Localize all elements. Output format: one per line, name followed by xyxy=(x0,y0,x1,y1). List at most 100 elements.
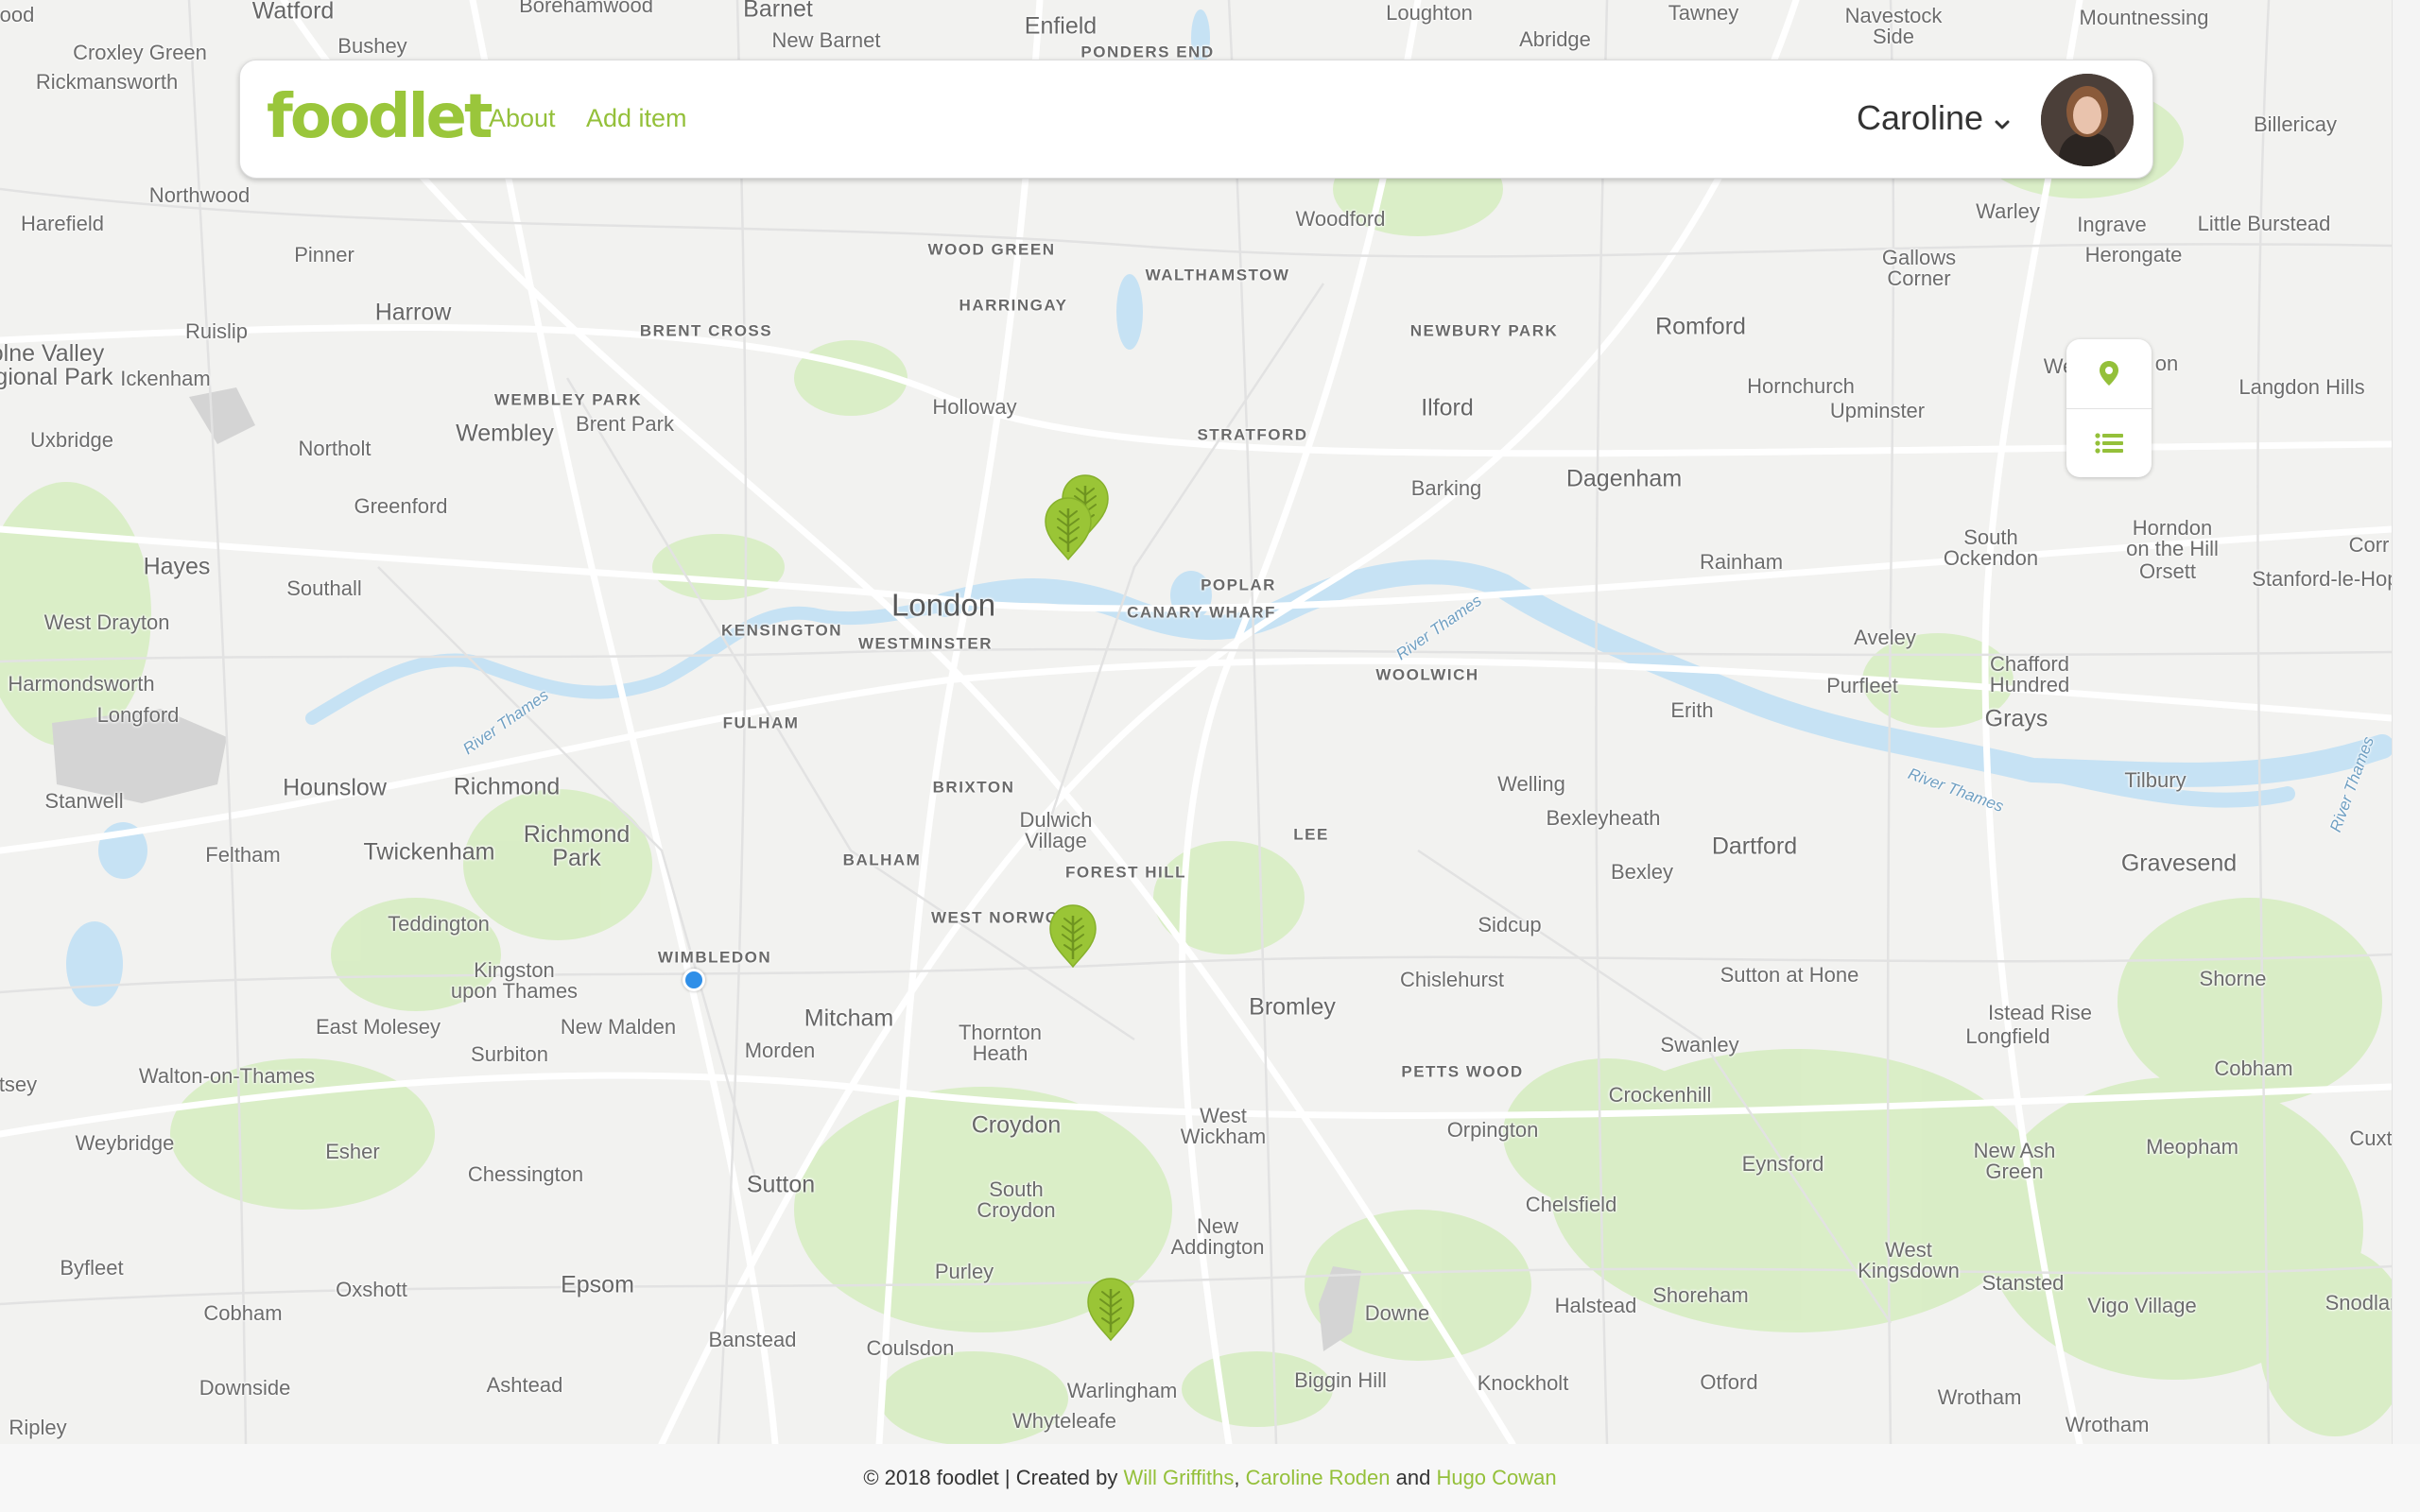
user-avatar[interactable] xyxy=(2041,74,2134,166)
place-label: ood xyxy=(0,3,35,26)
place-label: Erith xyxy=(1670,698,1714,722)
footer: © 2018 foodlet | Created by Will Griffit… xyxy=(0,1444,2420,1512)
place-label: Surbiton xyxy=(471,1042,548,1066)
place-label: Dagenham xyxy=(1565,465,1683,492)
place-label: Vigo Village xyxy=(2087,1294,2197,1317)
place-label: Northwood xyxy=(148,183,251,207)
place-label: Watford xyxy=(251,0,335,25)
place-label: Borehamwood xyxy=(519,0,653,17)
place-label: Gravesend xyxy=(2120,850,2238,877)
food-item-marker[interactable] xyxy=(1042,495,1095,561)
place-label: Shoreham xyxy=(1652,1283,1749,1307)
place-label: Ruislip xyxy=(184,319,249,343)
place-label: Downe xyxy=(1364,1301,1430,1325)
place-label: New Malden xyxy=(560,1015,677,1039)
place-label: Southall xyxy=(286,576,362,600)
place-label: Harrow xyxy=(374,299,452,326)
map-controls xyxy=(2066,339,2152,477)
place-label: BRIXTON xyxy=(932,778,1015,797)
place-label: Warley xyxy=(1976,199,2040,223)
place-label: South Croydon xyxy=(977,1177,1056,1222)
place-label: Meopham xyxy=(2146,1135,2238,1159)
place-label: BRENT CROSS xyxy=(639,321,773,340)
place-label: POPLAR xyxy=(1201,576,1276,594)
place-label: Langdon Hills xyxy=(2238,375,2365,399)
place-label: Swanley xyxy=(1660,1033,1739,1057)
place-label: Downside xyxy=(199,1376,291,1400)
user-name[interactable]: Caroline xyxy=(1857,98,1983,138)
place-label: Byfleet xyxy=(60,1256,124,1280)
place-label: Grays xyxy=(1984,705,2048,732)
place-label: Oxshott xyxy=(336,1278,407,1301)
place-label: Halstead xyxy=(1554,1294,1637,1317)
locate-button[interactable] xyxy=(2066,339,2152,407)
place-label: KENSINGTON xyxy=(720,621,843,640)
place-label: Enfield xyxy=(1024,12,1098,40)
food-item-marker[interactable] xyxy=(1084,1276,1137,1342)
place-label: WALTHAMSTOW xyxy=(1145,266,1290,284)
place-label: Teddington xyxy=(388,912,490,936)
place-label: Longfield xyxy=(1965,1024,2050,1048)
place-label: Tilbury xyxy=(2124,768,2187,792)
place-label: Banstead xyxy=(708,1328,797,1351)
list-icon xyxy=(2095,433,2123,454)
footer-separator: , xyxy=(1234,1466,1246,1489)
place-label: LEE xyxy=(1293,825,1329,844)
place-label: West Wickham xyxy=(1180,1104,1267,1148)
place-label: Harmondsworth xyxy=(8,672,155,696)
place-label: Shorne xyxy=(2199,967,2267,990)
place-label: Stanford-le-Hope xyxy=(2252,567,2392,591)
place-label: Warlingham xyxy=(1066,1379,1178,1402)
place-label: Barking xyxy=(1410,476,1482,500)
place-label: Welling xyxy=(1497,772,1565,796)
place-label: tsey xyxy=(0,1073,38,1096)
scrollbar[interactable] xyxy=(2392,0,2420,1444)
place-label: Chislehurst xyxy=(1399,968,1505,991)
foodlet-logo[interactable]: foodlet xyxy=(267,83,493,151)
place-label: Romford xyxy=(1655,313,1746,340)
place-label: Snodlan xyxy=(2325,1291,2392,1314)
place-label: Wrotham xyxy=(2065,1413,2150,1436)
place-label: Ashtead xyxy=(486,1373,563,1397)
place-label: Ripley xyxy=(9,1416,67,1439)
list-view-button[interactable] xyxy=(2066,409,2152,477)
food-item-marker[interactable] xyxy=(1046,902,1099,969)
place-label: Cuxt xyxy=(2349,1126,2392,1150)
place-label: Aveley xyxy=(1854,626,1916,649)
nav-link-about[interactable]: About xyxy=(489,104,556,133)
place-label: Ilford xyxy=(1421,394,1474,421)
place-label: Greenford xyxy=(354,494,448,518)
place-label: Feltham xyxy=(205,843,281,867)
place-label: Cobham xyxy=(2214,1057,2293,1080)
map[interactable]: Watford Borehamwood Barnet Enfield Lough… xyxy=(0,0,2392,1444)
place-label: Chelsfield xyxy=(1525,1193,1617,1216)
place-label: Hayes xyxy=(143,553,211,580)
place-label: CANARY WHARF xyxy=(1127,603,1276,622)
author-link-will-griffiths[interactable]: Will Griffiths xyxy=(1123,1466,1234,1489)
place-label: Esher xyxy=(325,1140,380,1163)
author-link-hugo-cowan[interactable]: Hugo Cowan xyxy=(1436,1466,1556,1489)
place-label: Cobham xyxy=(203,1301,283,1325)
place-label: HARRINGAY xyxy=(959,296,1068,315)
place-label: Crockenhill xyxy=(1608,1083,1712,1107)
place-label: WOOLWICH xyxy=(1375,665,1479,684)
place-label: Twickenham xyxy=(363,838,495,866)
place-label: East Molesey xyxy=(315,1015,441,1039)
chevron-down-icon[interactable] xyxy=(1992,114,2013,135)
place-label: Wembley xyxy=(456,420,554,447)
place-label: Thornton Heath xyxy=(958,1021,1043,1065)
place-label: Richmond xyxy=(453,773,561,800)
place-label: Ingrave xyxy=(2077,213,2147,236)
nav-link-add-item[interactable]: Add item xyxy=(586,104,687,133)
leaf-pin-icon xyxy=(1087,1278,1134,1342)
place-label: Brent Park xyxy=(576,412,674,436)
place-label: Coulsdon xyxy=(866,1336,955,1360)
place-label: Upminster xyxy=(1829,399,1926,422)
place-label: Richmond Park xyxy=(523,821,631,871)
place-label: New Ash Green xyxy=(1973,1139,2056,1183)
place-label: Bushey xyxy=(337,34,407,58)
place-label: Orsett xyxy=(2139,559,2196,583)
author-link-caroline-roden[interactable]: Caroline Roden xyxy=(1246,1466,1391,1489)
place-label: Navestock Side xyxy=(1844,4,1943,48)
place-label: Weybridge xyxy=(75,1131,175,1155)
